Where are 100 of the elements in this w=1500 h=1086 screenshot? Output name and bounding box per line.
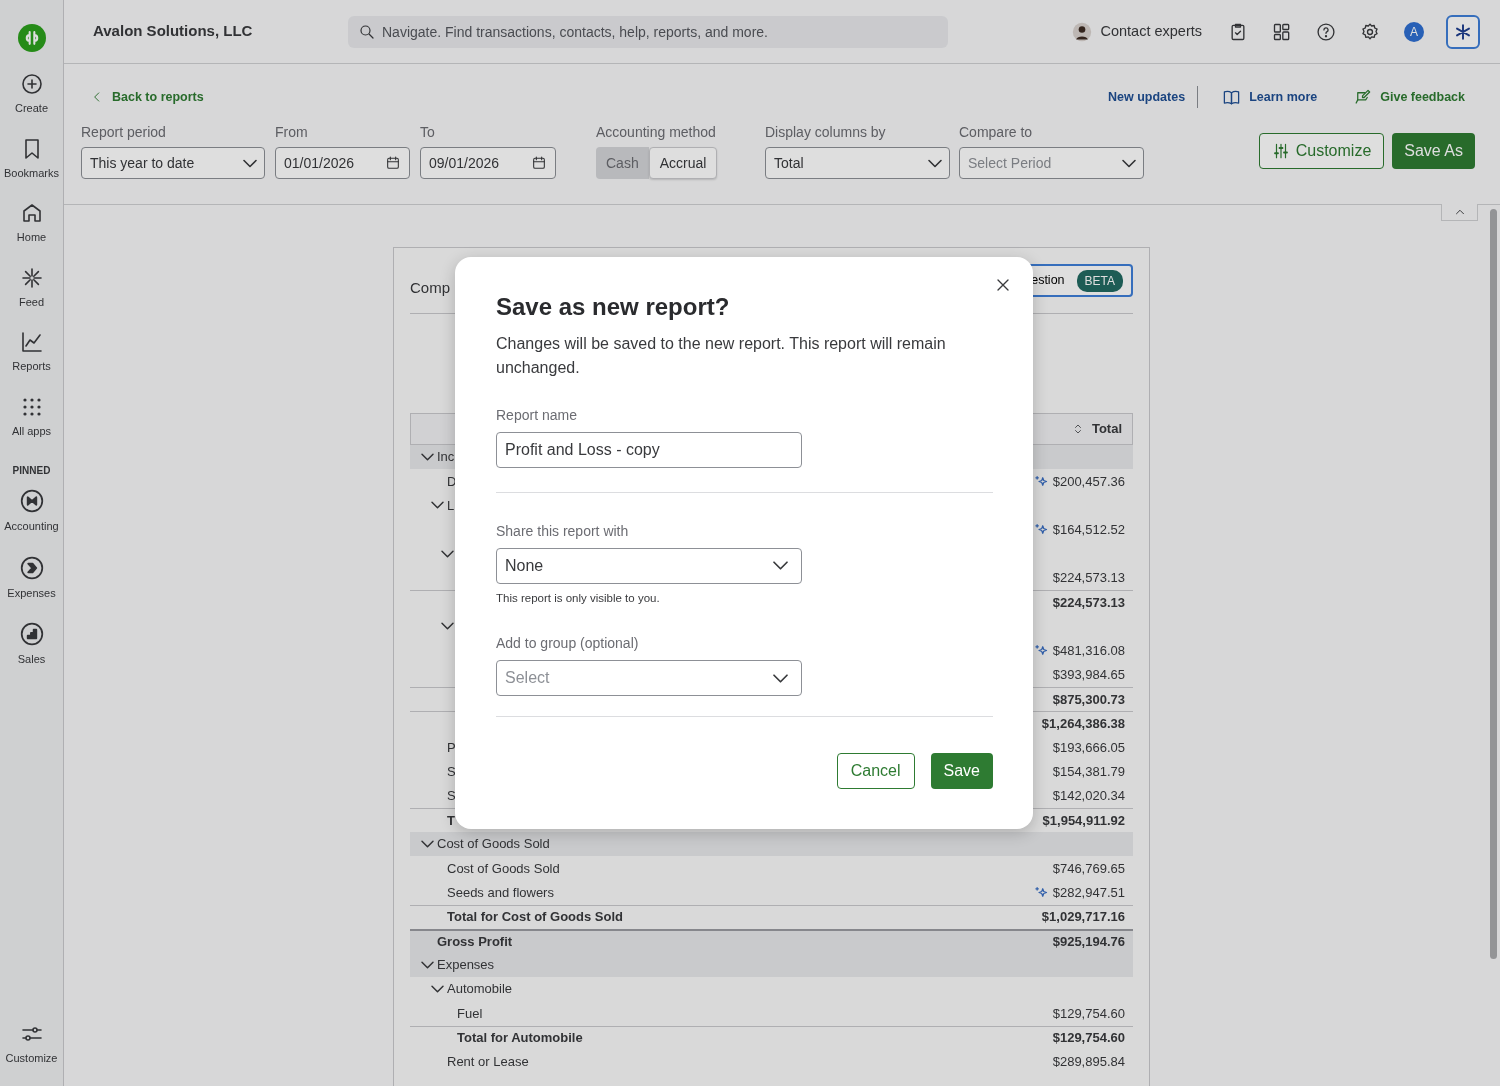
sparkle-icon <box>1454 22 1472 41</box>
sliders-icon <box>1271 142 1290 160</box>
amount: $925,194.76 <box>1052 933 1125 952</box>
question-circle-icon <box>1316 21 1336 42</box>
expand-toggle[interactable] <box>442 550 453 557</box>
bars-circle-icon <box>18 621 45 647</box>
amount: $1,264,386.38 <box>1041 714 1125 733</box>
sidebar-item[interactable]: All apps <box>0 394 64 439</box>
expand-toggle[interactable] <box>432 502 443 509</box>
date-field[interactable]: 09/01/2026 <box>420 147 556 179</box>
amount: $142,020.34 <box>1052 786 1125 805</box>
amount: $393,984.65 <box>1052 666 1125 685</box>
person-avatar-icon <box>1072 21 1093 42</box>
chevron-down-icon <box>1123 159 1135 167</box>
dropdown[interactable]: This year to date <box>81 147 265 179</box>
field-label: Report period <box>81 123 167 142</box>
chevron-down-icon <box>422 841 433 848</box>
sidebar-item[interactable]: Customize <box>0 1021 64 1066</box>
field-label: From <box>275 123 309 142</box>
dropdown[interactable]: Total <box>765 147 950 179</box>
row-label: Automobile <box>447 980 513 999</box>
customize-button[interactable]: Customize <box>1258 133 1385 169</box>
chevron-down-icon <box>774 674 787 682</box>
expand-toggle[interactable] <box>442 623 453 630</box>
row-label: Total for Automobile <box>457 1029 583 1048</box>
sidebar-item[interactable]: Home <box>0 201 64 246</box>
row-label: L <box>447 496 455 515</box>
amount: $129,754.60 <box>1052 1004 1125 1023</box>
expand-toggle[interactable] <box>422 962 433 969</box>
dialog-title: Save as new report? <box>496 293 731 322</box>
expand-toggle[interactable] <box>422 841 433 848</box>
chevron-down-icon <box>432 502 443 509</box>
row-label: Cost of Goods Sold <box>447 859 560 878</box>
help-icon[interactable] <box>1316 21 1336 42</box>
segment-option[interactable]: Accrual <box>648 147 718 179</box>
amount: $746,769.65 <box>1052 859 1125 878</box>
burst-icon <box>19 265 44 290</box>
amount: $154,381.79 <box>1052 762 1125 781</box>
search-field[interactable]: Navigate. Find transactions, contacts, help, reports, and more. <box>348 15 948 48</box>
plus-circle-icon <box>19 72 44 96</box>
feedback-icon <box>1353 87 1373 107</box>
expand-toggle[interactable] <box>432 986 443 993</box>
sidebar-item[interactable]: Create <box>0 72 64 117</box>
chevron-circle-icon <box>18 554 45 581</box>
link[interactable]: Give feedback <box>1353 87 1465 107</box>
field-label: Accounting method <box>596 123 717 142</box>
expand-toggle[interactable] <box>422 454 433 461</box>
settings-icon[interactable] <box>1360 21 1380 42</box>
avatar[interactable]: A <box>1404 21 1424 42</box>
calendar-icon <box>385 155 401 171</box>
amount: $1,954,911.92 <box>1042 811 1125 830</box>
amount: $200,457.36 <box>1052 472 1125 491</box>
row-label: Cost of Goods Sold <box>437 835 550 854</box>
save-as-button[interactable]: Save As <box>1392 133 1475 169</box>
field-label: Report name <box>496 405 578 425</box>
chevron-down-icon <box>244 159 256 167</box>
row-label: Seeds and flowers <box>447 883 554 902</box>
chevron-down-icon <box>432 986 443 993</box>
amount: $224,573.13 <box>1052 569 1125 588</box>
chevron-down-icon <box>422 962 433 969</box>
chevron-down-icon <box>442 550 453 557</box>
save-button[interactable]: Save <box>930 753 993 790</box>
row-label: S <box>447 762 456 781</box>
help-text: This report is only visible to you. <box>496 590 661 606</box>
amount: $1,029,717.16 <box>1041 908 1125 927</box>
amount: $193,666.05 <box>1052 738 1125 757</box>
widgets-icon[interactable] <box>1272 21 1292 42</box>
row-label: Total for Cost of Goods Sold <box>447 908 623 927</box>
input-field[interactable]: Profit and Loss - copy <box>496 431 802 468</box>
sidebar-item[interactable]: Reports <box>0 330 64 375</box>
line-chart-icon <box>19 330 44 354</box>
row-label: Rent or Lease <box>447 1053 529 1072</box>
field-label: To <box>420 123 436 142</box>
sidebar-item[interactable]: Expenses <box>0 554 64 601</box>
link[interactable]: New updates <box>1108 87 1186 107</box>
bowtie-circle-icon <box>18 488 45 514</box>
search-icon <box>358 22 376 41</box>
sidebar-item[interactable]: Accounting <box>0 488 64 535</box>
link[interactable]: Learn more <box>1222 87 1318 107</box>
sidebar-item[interactable]: Feed <box>0 265 64 310</box>
dropdown[interactable]: None <box>496 547 802 584</box>
row-label: Expenses <box>437 956 495 975</box>
amount: $481,316.08 <box>1052 641 1125 660</box>
sidebar-item[interactable]: Bookmarks <box>0 136 64 181</box>
date-field[interactable]: 01/01/2026 <box>275 147 410 179</box>
assistant-button[interactable] <box>1446 14 1480 49</box>
squares-icon <box>1272 21 1292 42</box>
section-heading: PINNED <box>12 464 51 478</box>
logo-icon <box>17 24 46 52</box>
report-title: Comp <box>410 278 450 299</box>
back-link[interactable]: Back to reports <box>90 87 204 107</box>
sidebar-item[interactable]: Sales <box>0 621 64 668</box>
row-label: Fuel <box>457 1004 483 1023</box>
chevron-down-icon <box>774 562 787 570</box>
amount: $129,754.60 <box>1052 1029 1125 1048</box>
calendar-icon <box>531 155 547 171</box>
cancel-button[interactable]: Cancel <box>836 753 915 790</box>
chevron-down-icon <box>929 159 941 167</box>
amount: $289,895.84 <box>1052 1053 1125 1072</box>
contact-experts-button[interactable]: Contact experts <box>1072 20 1202 43</box>
